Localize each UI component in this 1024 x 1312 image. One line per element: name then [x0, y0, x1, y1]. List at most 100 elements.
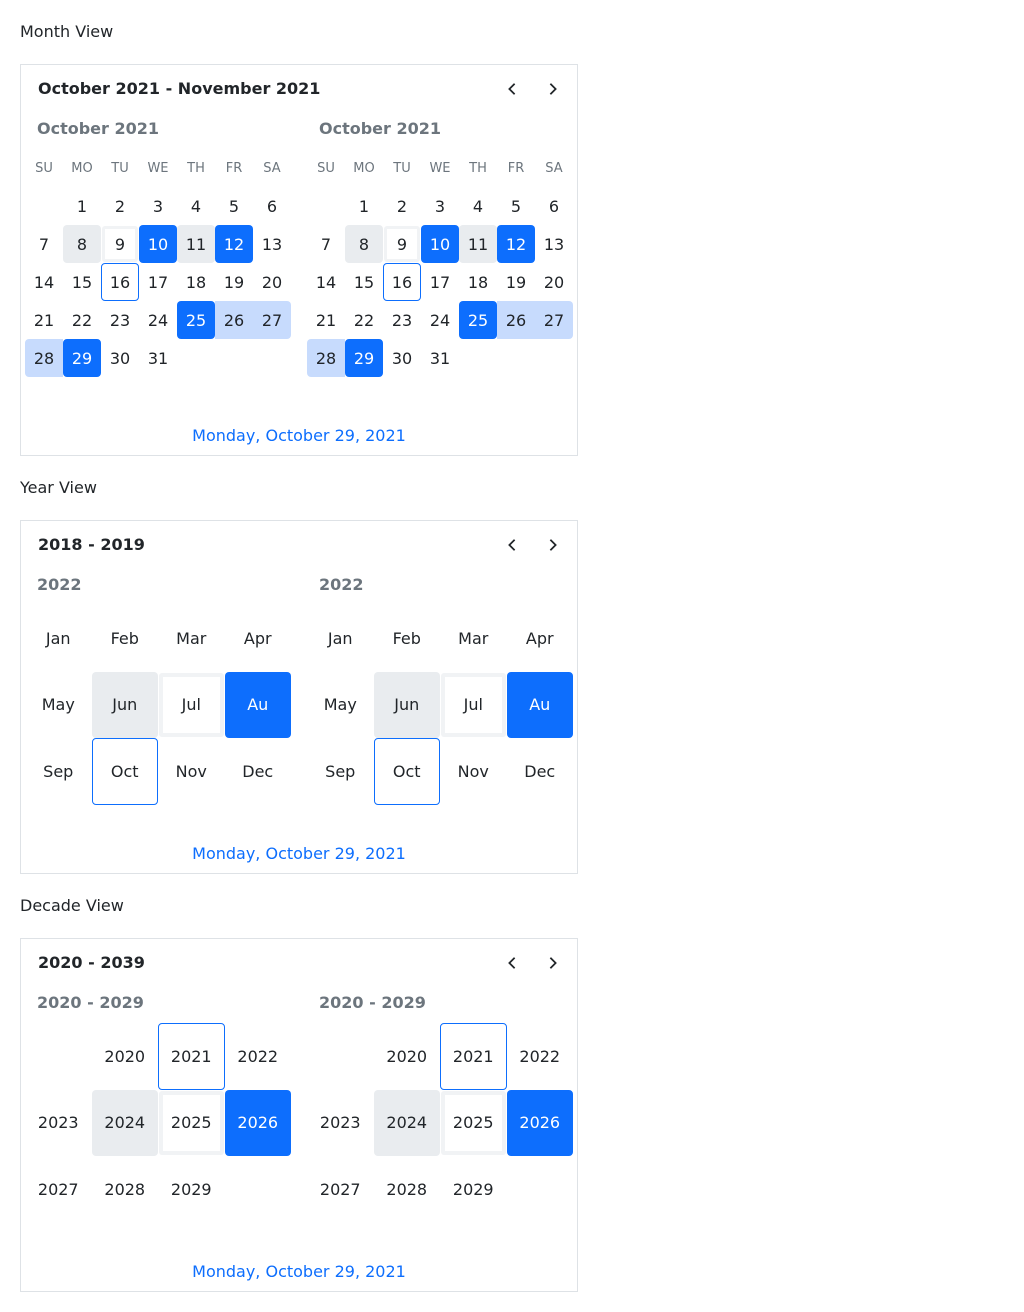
year-cell[interactable]: 2022 [507, 1023, 574, 1090]
today-link[interactable]: Monday, October 29, 2021 [21, 426, 577, 445]
day-cell[interactable]: 12 [497, 225, 535, 263]
month-cell[interactable]: Feb [92, 605, 159, 672]
day-cell[interactable]: 3 [421, 187, 459, 225]
month-cell[interactable]: Sep [307, 738, 374, 805]
next-button[interactable] [539, 949, 567, 977]
month-cell[interactable]: Dec [507, 738, 574, 805]
day-cell[interactable]: 2 [101, 187, 139, 225]
day-cell[interactable]: 14 [25, 263, 63, 301]
day-cell[interactable]: 28 [307, 339, 345, 377]
month-cell[interactable]: Jun [373, 671, 440, 738]
day-cell[interactable]: 25 [459, 301, 497, 339]
month-cell[interactable]: Mar [158, 605, 225, 672]
day-cell[interactable]: 1 [345, 187, 383, 225]
prev-button[interactable] [498, 75, 526, 103]
day-cell[interactable]: 23 [101, 301, 139, 339]
year-cell[interactable]: 2020 [374, 1023, 441, 1090]
next-button[interactable] [539, 531, 567, 559]
day-cell[interactable]: 24 [421, 301, 459, 339]
day-cell[interactable]: 22 [345, 301, 383, 339]
day-cell[interactable]: 4 [177, 187, 215, 225]
day-cell[interactable]: 26 [215, 301, 253, 339]
year-cell[interactable]: 2023 [25, 1090, 92, 1157]
day-cell[interactable]: 13 [253, 225, 291, 263]
year-cell[interactable]: 2029 [440, 1156, 507, 1223]
day-cell[interactable]: 29 [345, 339, 383, 377]
day-cell[interactable]: 17 [139, 263, 177, 301]
day-cell[interactable]: 8 [63, 225, 101, 263]
day-cell[interactable]: 31 [139, 339, 177, 377]
day-cell[interactable]: 9 [383, 225, 421, 263]
month-cell[interactable]: Jun [91, 671, 158, 738]
day-cell[interactable]: 29 [63, 339, 101, 377]
year-cell[interactable]: 2026 [506, 1089, 573, 1156]
day-cell[interactable]: 7 [25, 225, 63, 263]
day-cell[interactable]: 19 [215, 263, 253, 301]
month-cell[interactable]: May [25, 672, 92, 739]
month-cell[interactable]: Mar [440, 605, 507, 672]
day-cell[interactable]: 31 [421, 339, 459, 377]
day-cell[interactable]: 9 [101, 225, 139, 263]
day-cell[interactable]: 18 [459, 263, 497, 301]
day-cell[interactable]: 6 [535, 187, 573, 225]
year-cell[interactable]: 2028 [92, 1156, 159, 1223]
year-cell[interactable]: 2027 [25, 1156, 92, 1223]
day-cell[interactable]: 30 [383, 339, 421, 377]
month-cell[interactable]: Apr [225, 605, 292, 672]
day-cell[interactable]: 20 [535, 263, 573, 301]
day-cell[interactable]: 12 [215, 225, 253, 263]
month-cell[interactable]: Au [224, 671, 291, 738]
day-cell[interactable]: 5 [497, 187, 535, 225]
day-cell[interactable]: 24 [139, 301, 177, 339]
year-cell[interactable]: 2022 [225, 1023, 292, 1090]
year-cell[interactable]: 2027 [307, 1156, 374, 1223]
day-cell[interactable]: 2 [383, 187, 421, 225]
day-cell[interactable]: 10 [421, 225, 459, 263]
today-link[interactable]: Monday, October 29, 2021 [21, 1262, 577, 1281]
day-cell[interactable]: 28 [25, 339, 63, 377]
day-cell[interactable]: 4 [459, 187, 497, 225]
month-cell[interactable]: Sep [25, 738, 92, 805]
day-cell[interactable]: 8 [345, 225, 383, 263]
year-cell[interactable]: 2025 [158, 1090, 225, 1157]
month-cell[interactable]: Feb [374, 605, 441, 672]
day-cell[interactable]: 25 [177, 301, 215, 339]
year-cell[interactable]: 2029 [158, 1156, 225, 1223]
month-cell[interactable]: Au [506, 671, 573, 738]
day-cell[interactable]: 27 [535, 301, 573, 339]
year-cell[interactable]: 2024 [373, 1089, 440, 1156]
day-cell[interactable]: 1 [63, 187, 101, 225]
day-cell[interactable]: 21 [307, 301, 345, 339]
month-cell[interactable]: Jul [440, 672, 507, 739]
year-cell[interactable]: 2024 [91, 1089, 158, 1156]
month-cell[interactable]: May [307, 672, 374, 739]
day-cell[interactable]: 13 [535, 225, 573, 263]
next-button[interactable] [539, 75, 567, 103]
day-cell[interactable]: 15 [63, 263, 101, 301]
year-cell[interactable]: 2020 [92, 1023, 159, 1090]
month-cell[interactable]: Jul [158, 672, 225, 739]
day-cell[interactable]: 18 [177, 263, 215, 301]
month-cell[interactable]: Oct [373, 738, 440, 805]
year-cell[interactable]: 2028 [374, 1156, 441, 1223]
day-cell[interactable]: 11 [459, 225, 497, 263]
day-cell[interactable]: 16 [101, 263, 139, 301]
day-cell[interactable]: 30 [101, 339, 139, 377]
day-cell[interactable]: 10 [139, 225, 177, 263]
month-cell[interactable]: Oct [91, 738, 158, 805]
year-cell[interactable]: 2025 [440, 1090, 507, 1157]
day-cell[interactable]: 17 [421, 263, 459, 301]
year-cell[interactable]: 2021 [440, 1023, 507, 1090]
month-cell[interactable]: Nov [158, 738, 225, 805]
today-link[interactable]: Monday, October 29, 2021 [21, 844, 577, 863]
day-cell[interactable]: 11 [177, 225, 215, 263]
month-cell[interactable]: Apr [507, 605, 574, 672]
day-cell[interactable]: 5 [215, 187, 253, 225]
prev-button[interactable] [498, 531, 526, 559]
day-cell[interactable]: 15 [345, 263, 383, 301]
day-cell[interactable]: 20 [253, 263, 291, 301]
year-cell[interactable]: 2026 [224, 1089, 291, 1156]
month-cell[interactable]: Dec [225, 738, 292, 805]
day-cell[interactable]: 23 [383, 301, 421, 339]
day-cell[interactable]: 19 [497, 263, 535, 301]
